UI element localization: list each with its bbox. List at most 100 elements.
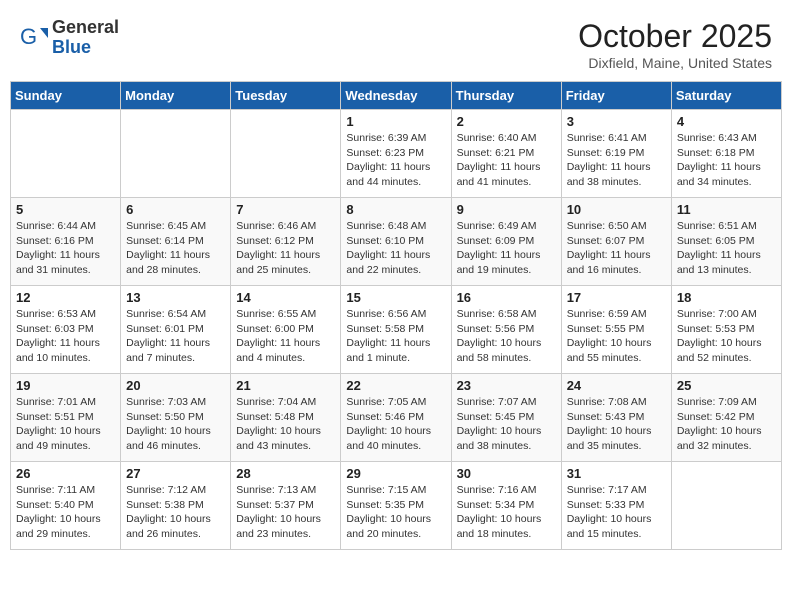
calendar-cell: 6Sunrise: 6:45 AM Sunset: 6:14 PM Daylig…: [121, 198, 231, 286]
calendar-cell: 20Sunrise: 7:03 AM Sunset: 5:50 PM Dayli…: [121, 374, 231, 462]
day-number: 1: [346, 114, 445, 129]
calendar-body: 1 Sunrise: 6:39 AM Sunset: 6:23 PM Daylig…: [11, 110, 782, 550]
header-row: SundayMondayTuesdayWednesdayThursdayFrid…: [11, 82, 782, 110]
calendar-cell: 2Sunrise: 6:40 AM Sunset: 6:21 PM Daylig…: [451, 110, 561, 198]
calendar-cell: [11, 110, 121, 198]
header-day-thursday: Thursday: [451, 82, 561, 110]
day-info: Sunrise: 6:48 AM Sunset: 6:10 PM Dayligh…: [346, 219, 445, 278]
week-row-2: 12 Sunrise: 6:53 AM Sunset: 6:03 PM Dayli…: [11, 286, 782, 374]
day-info: Sunrise: 7:16 AM Sunset: 5:34 PM Dayligh…: [457, 483, 556, 542]
header-day-monday: Monday: [121, 82, 231, 110]
calendar-cell: 14Sunrise: 6:55 AM Sunset: 6:00 PM Dayli…: [231, 286, 341, 374]
day-info: Sunrise: 6:41 AM Sunset: 6:19 PM Dayligh…: [567, 131, 666, 190]
calendar-cell: 8 Sunrise: 6:48 AM Sunset: 6:10 PM Daylig…: [341, 198, 451, 286]
calendar-cell: 27Sunrise: 7:12 AM Sunset: 5:38 PM Dayli…: [121, 462, 231, 550]
calendar-cell: 29 Sunrise: 7:15 AM Sunset: 5:35 PM Dayli…: [341, 462, 451, 550]
calendar-cell: 30 Sunrise: 7:16 AM Sunset: 5:34 PM Dayli…: [451, 462, 561, 550]
day-info: Sunrise: 7:11 AM Sunset: 5:40 PM Dayligh…: [16, 483, 115, 542]
calendar-cell: [121, 110, 231, 198]
day-number: 13: [126, 290, 225, 305]
day-info: Sunrise: 6:39 AM Sunset: 6:23 PM Dayligh…: [346, 131, 445, 190]
day-info: Sunrise: 7:05 AM Sunset: 5:46 PM Dayligh…: [346, 395, 445, 454]
header-day-friday: Friday: [561, 82, 671, 110]
logo-icon: G: [20, 24, 48, 52]
day-number: 20: [126, 378, 225, 393]
day-info: Sunrise: 7:13 AM Sunset: 5:37 PM Dayligh…: [236, 483, 335, 542]
day-info: Sunrise: 6:55 AM Sunset: 6:00 PM Dayligh…: [236, 307, 335, 366]
day-number: 10: [567, 202, 666, 217]
calendar-cell: 19Sunrise: 7:01 AM Sunset: 5:51 PM Dayli…: [11, 374, 121, 462]
calendar-cell: 1 Sunrise: 6:39 AM Sunset: 6:23 PM Daylig…: [341, 110, 451, 198]
day-number: 17: [567, 290, 666, 305]
month-title: October 2025: [578, 18, 772, 55]
header-day-saturday: Saturday: [671, 82, 781, 110]
calendar-cell: 24 Sunrise: 7:08 AM Sunset: 5:43 PM Dayli…: [561, 374, 671, 462]
day-number: 8: [346, 202, 445, 217]
day-number: 18: [677, 290, 776, 305]
day-info: Sunrise: 7:15 AM Sunset: 5:35 PM Dayligh…: [346, 483, 445, 542]
day-info: Sunrise: 7:17 AM Sunset: 5:33 PM Dayligh…: [567, 483, 666, 542]
calendar-cell: 10 Sunrise: 6:50 AM Sunset: 6:07 PM Dayli…: [561, 198, 671, 286]
day-info: Sunrise: 7:04 AM Sunset: 5:48 PM Dayligh…: [236, 395, 335, 454]
day-number: 9: [457, 202, 556, 217]
week-row-4: 26 Sunrise: 7:11 AM Sunset: 5:40 PM Dayli…: [11, 462, 782, 550]
day-info: Sunrise: 7:08 AM Sunset: 5:43 PM Dayligh…: [567, 395, 666, 454]
calendar-cell: 17 Sunrise: 6:59 AM Sunset: 5:55 PM Dayli…: [561, 286, 671, 374]
calendar-header: SundayMondayTuesdayWednesdayThursdayFrid…: [11, 82, 782, 110]
calendar-cell: 25 Sunrise: 7:09 AM Sunset: 5:42 PM Dayli…: [671, 374, 781, 462]
day-number: 26: [16, 466, 115, 481]
day-number: 22: [346, 378, 445, 393]
day-number: 16: [457, 290, 556, 305]
day-info: Sunrise: 6:59 AM Sunset: 5:55 PM Dayligh…: [567, 307, 666, 366]
calendar-cell: 12 Sunrise: 6:53 AM Sunset: 6:03 PM Dayli…: [11, 286, 121, 374]
day-info: Sunrise: 6:53 AM Sunset: 6:03 PM Dayligh…: [16, 307, 115, 366]
calendar-cell: 9 Sunrise: 6:49 AM Sunset: 6:09 PM Daylig…: [451, 198, 561, 286]
day-info: Sunrise: 6:50 AM Sunset: 6:07 PM Dayligh…: [567, 219, 666, 278]
day-info: Sunrise: 6:49 AM Sunset: 6:09 PM Dayligh…: [457, 219, 556, 278]
day-info: Sunrise: 7:00 AM Sunset: 5:53 PM Dayligh…: [677, 307, 776, 366]
day-number: 25: [677, 378, 776, 393]
day-number: 3: [567, 114, 666, 129]
day-number: 29: [346, 466, 445, 481]
calendar: SundayMondayTuesdayWednesdayThursdayFrid…: [10, 81, 782, 550]
day-info: Sunrise: 6:46 AM Sunset: 6:12 PM Dayligh…: [236, 219, 335, 278]
day-number: 19: [16, 378, 115, 393]
location: Dixfield, Maine, United States: [578, 55, 772, 71]
day-number: 2: [457, 114, 556, 129]
day-info: Sunrise: 6:45 AM Sunset: 6:14 PM Dayligh…: [126, 219, 225, 278]
calendar-cell: 7 Sunrise: 6:46 AM Sunset: 6:12 PM Daylig…: [231, 198, 341, 286]
day-number: 21: [236, 378, 335, 393]
calendar-cell: 11Sunrise: 6:51 AM Sunset: 6:05 PM Dayli…: [671, 198, 781, 286]
svg-text:G: G: [20, 24, 37, 49]
day-info: Sunrise: 7:09 AM Sunset: 5:42 PM Dayligh…: [677, 395, 776, 454]
day-info: Sunrise: 6:58 AM Sunset: 5:56 PM Dayligh…: [457, 307, 556, 366]
day-number: 5: [16, 202, 115, 217]
day-number: 12: [16, 290, 115, 305]
calendar-cell: 31Sunrise: 7:17 AM Sunset: 5:33 PM Dayli…: [561, 462, 671, 550]
day-number: 24: [567, 378, 666, 393]
day-number: 7: [236, 202, 335, 217]
day-number: 30: [457, 466, 556, 481]
day-info: Sunrise: 6:43 AM Sunset: 6:18 PM Dayligh…: [677, 131, 776, 190]
header-day-sunday: Sunday: [11, 82, 121, 110]
day-number: 15: [346, 290, 445, 305]
day-number: 28: [236, 466, 335, 481]
page-header: G General Blue October 2025 Dixfield, Ma…: [10, 10, 782, 75]
day-info: Sunrise: 6:51 AM Sunset: 6:05 PM Dayligh…: [677, 219, 776, 278]
calendar-cell: 16 Sunrise: 6:58 AM Sunset: 5:56 PM Dayli…: [451, 286, 561, 374]
calendar-cell: 3 Sunrise: 6:41 AM Sunset: 6:19 PM Daylig…: [561, 110, 671, 198]
day-info: Sunrise: 6:56 AM Sunset: 5:58 PM Dayligh…: [346, 307, 445, 366]
day-number: 4: [677, 114, 776, 129]
calendar-cell: 26 Sunrise: 7:11 AM Sunset: 5:40 PM Dayli…: [11, 462, 121, 550]
calendar-cell: 21 Sunrise: 7:04 AM Sunset: 5:48 PM Dayli…: [231, 374, 341, 462]
week-row-0: 1 Sunrise: 6:39 AM Sunset: 6:23 PM Daylig…: [11, 110, 782, 198]
header-day-tuesday: Tuesday: [231, 82, 341, 110]
calendar-cell: [671, 462, 781, 550]
logo-general-text: General: [52, 18, 119, 38]
calendar-cell: 22 Sunrise: 7:05 AM Sunset: 5:46 PM Dayli…: [341, 374, 451, 462]
calendar-cell: 18 Sunrise: 7:00 AM Sunset: 5:53 PM Dayli…: [671, 286, 781, 374]
logo-blue-text: Blue: [52, 38, 119, 58]
week-row-1: 5Sunrise: 6:44 AM Sunset: 6:16 PM Daylig…: [11, 198, 782, 286]
day-info: Sunrise: 6:54 AM Sunset: 6:01 PM Dayligh…: [126, 307, 225, 366]
calendar-cell: 28 Sunrise: 7:13 AM Sunset: 5:37 PM Dayli…: [231, 462, 341, 550]
